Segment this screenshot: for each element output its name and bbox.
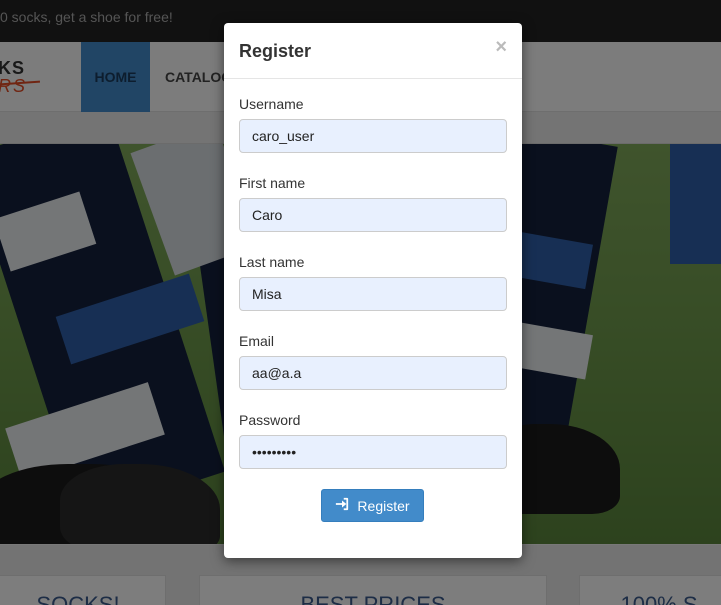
username-label: Username	[239, 96, 304, 112]
close-button[interactable]: ×	[495, 36, 507, 59]
password-input[interactable]	[239, 435, 507, 469]
last-name-label: Last name	[239, 254, 305, 270]
register-button[interactable]: Register	[321, 489, 424, 522]
sign-in-icon	[335, 497, 349, 514]
register-button-label: Register	[357, 497, 410, 514]
last-name-input[interactable]	[239, 277, 507, 311]
email-label: Email	[239, 333, 275, 349]
modal-title: Register	[239, 41, 312, 61]
email-input[interactable]	[239, 356, 507, 390]
password-label: Password	[239, 412, 301, 428]
register-modal: Register × Username First name Last name…	[224, 23, 522, 558]
modal-header: Register ×	[224, 23, 522, 79]
first-name-label: First name	[239, 175, 306, 191]
first-name-input[interactable]	[239, 198, 507, 232]
username-input[interactable]	[239, 119, 507, 153]
